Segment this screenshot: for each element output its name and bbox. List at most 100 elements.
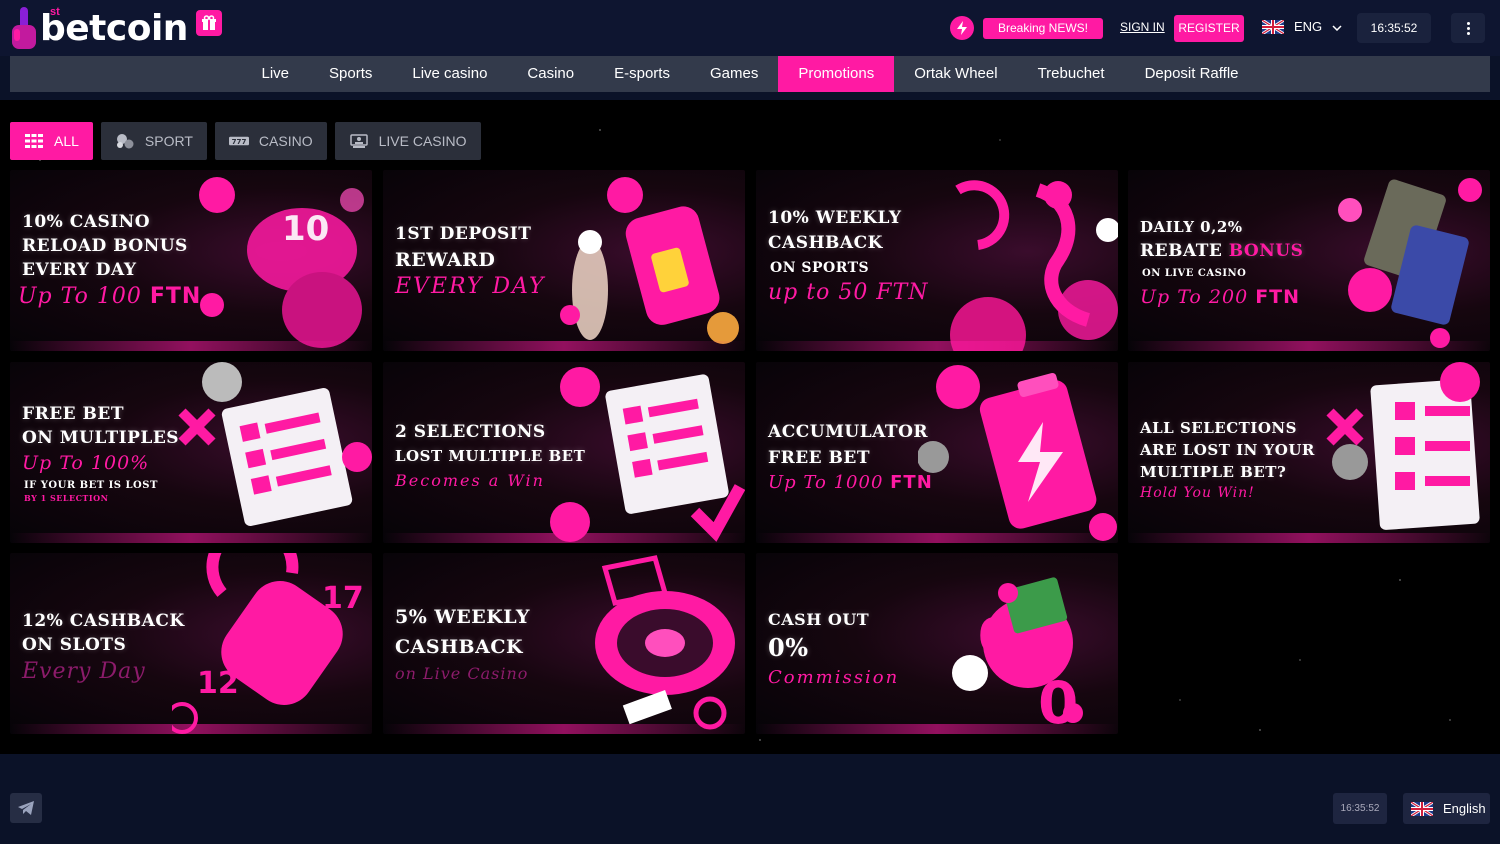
promo-card-cash-out[interactable]: 0 0 CASH OUT 0% Commission <box>756 553 1118 734</box>
chevron-down-icon <box>1332 19 1342 34</box>
football-player-illustration <box>950 180 1118 351</box>
playing-cards-illustration <box>1338 178 1482 348</box>
grid-icon <box>24 134 44 148</box>
language-label: ENG <box>1294 19 1323 34</box>
footer-language-label: English <box>1443 801 1486 816</box>
promo-line-2: CASHBACK <box>768 233 883 253</box>
slot-777-icon: 777 <box>228 134 249 148</box>
promo-subtitle: Up To 1000 FTN <box>768 472 933 493</box>
nav-games[interactable]: Games <box>690 56 778 92</box>
promo-line-2: REBATE BONUS <box>1140 241 1304 261</box>
filter-casino[interactable]: 777 CASINO <box>214 122 327 160</box>
promo-tiny: BY 1 SELECTION <box>24 493 109 503</box>
promo-currency: FTN <box>1255 286 1301 308</box>
promo-line-3: ON SPORTS <box>770 260 870 276</box>
news-lightning-icon[interactable] <box>950 16 974 40</box>
nav-deposit-raffle[interactable]: Deposit Raffle <box>1125 56 1259 92</box>
promo-subtitle: Every Day <box>22 659 146 684</box>
more-menu-icon[interactable] <box>1451 13 1485 43</box>
logo-superscript: st <box>50 6 60 18</box>
promo-card-free-bet-multiples[interactable]: FREE BET ON MULTIPLES Up To 100% IF YOUR… <box>10 362 372 543</box>
slot-reel-illustration: 10 <box>199 177 364 348</box>
promo-card-live-casino-cashback[interactable]: 5% WEEKLY CASHBACK on Live Casino <box>383 553 745 734</box>
promo-line-2: RELOAD BONUS <box>22 236 188 256</box>
svg-text:12: 12 <box>197 666 239 701</box>
promo-card-two-selections-lost[interactable]: 2 SELECTIONS LOST MULTIPLE BET Becomes a… <box>383 362 745 543</box>
roulette-illustration <box>595 555 735 730</box>
bet-slip-illustration <box>1326 362 1480 530</box>
nav-casino[interactable]: Casino <box>507 56 594 92</box>
uk-flag-icon <box>1411 801 1433 816</box>
money-bag-illustration: 0 0 <box>952 577 1083 734</box>
battery-illustration <box>918 365 1117 541</box>
promo-subtitle: EVERY DAY <box>395 274 546 299</box>
promo-card-casino-reload[interactable]: 10 10% CASINO RELOAD BONUS EVERY DAY Up … <box>10 170 372 351</box>
promo-line-2: 0% <box>768 633 809 662</box>
promo-subtitle: Up To 200 FTN <box>1140 286 1301 308</box>
logo-text: betcoin <box>40 7 188 49</box>
main-navigation: Live Sports Live casino Casino E-sports … <box>10 56 1490 92</box>
slot-reel-illustration: 17 12 <box>172 553 364 734</box>
promo-card-first-deposit[interactable]: 1ST DEPOSIT REWARD EVERY DAY <box>383 170 745 351</box>
filter-sport-label: SPORT <box>144 133 193 149</box>
filter-casino-label: CASINO <box>258 133 313 149</box>
telegram-icon[interactable] <box>10 793 42 823</box>
svg-text:0: 0 <box>978 609 1011 665</box>
filter-all[interactable]: ALL <box>10 122 93 160</box>
bet-slip-illustration <box>178 362 372 527</box>
header-clock: 16:35:52 <box>1357 13 1431 43</box>
uk-flag-icon <box>1262 19 1284 34</box>
promo-card-accumulator-free-bet[interactable]: ACCUMULATOR FREE BET Up To 1000 FTN <box>756 362 1118 543</box>
promo-line-2: ON MULTIPLES <box>22 428 180 448</box>
promo-line-2: ON SLOTS <box>22 635 127 655</box>
promo-card-all-selections-lost[interactable]: ALL SELECTIONS ARE LOST IN YOUR MULTIPLE… <box>1128 362 1490 543</box>
nav-live[interactable]: Live <box>241 56 309 92</box>
finger-logo-icon <box>10 5 38 51</box>
promo-subtitle: Commission <box>768 667 900 688</box>
promo-card-weekly-sports-cashback[interactable]: 10% WEEKLY CASHBACK ON SPORTS up to 50 F… <box>756 170 1118 351</box>
nav-promotions[interactable]: Promotions <box>778 56 895 92</box>
nav-ortak-wheel[interactable]: Ortak Wheel <box>894 56 1017 92</box>
register-button[interactable]: REGISTER <box>1174 15 1244 42</box>
promo-line-1: ACCUMULATOR <box>768 422 929 442</box>
promo-card-live-casino-rebate[interactable]: DAILY 0,2% REBATE BONUS ON LIVE CASINO U… <box>1128 170 1490 351</box>
promo-line-1: FREE BET <box>22 404 125 424</box>
promo-bonus-word: BONUS <box>1228 241 1304 261</box>
filter-sport[interactable]: SPORT <box>100 122 207 160</box>
gift-icon[interactable] <box>195 10 222 36</box>
nav-trebuchet[interactable]: Trebuchet <box>1018 56 1125 92</box>
promo-subtitle: up to 50 FTN <box>768 280 929 305</box>
language-selector[interactable]: ENG <box>1262 19 1342 34</box>
sign-in-link[interactable]: SIGN IN <box>1120 20 1165 34</box>
promo-filter-tabs: ALL SPORT 777 CASINO LIVE CASINO <box>10 122 481 160</box>
filter-live-casino[interactable]: LIVE CASINO <box>334 122 481 160</box>
nav-esports[interactable]: E-sports <box>594 56 690 92</box>
promo-line-1: DAILY 0,2% <box>1140 218 1243 236</box>
promo-line-2: LOST MULTIPLE BET <box>395 447 586 465</box>
footer-language-selector[interactable]: English <box>1403 793 1490 824</box>
promo-subtitle: Becomes a Win <box>395 471 545 490</box>
promo-line-1: CASH OUT <box>768 610 870 629</box>
filter-live-casino-label: LIVE CASINO <box>378 133 467 149</box>
promo-subtitle: Hold You Win! <box>1140 485 1255 501</box>
promo-line-1: 10% CASINO <box>22 212 151 232</box>
nav-live-casino[interactable]: Live casino <box>392 56 507 92</box>
promo-subtitle: Up To 100 FTN <box>18 284 202 309</box>
svg-text:10: 10 <box>282 209 329 249</box>
promo-line-1: 12% CASHBACK <box>22 611 185 631</box>
promo-line-3: EVERY DAY <box>22 260 137 280</box>
promo-line-1: ALL SELECTIONS <box>1140 419 1297 437</box>
brand-logo[interactable]: st betcoin <box>10 4 222 52</box>
promo-line-2: FREE BET <box>768 448 871 468</box>
nav-sports[interactable]: Sports <box>309 56 392 92</box>
svg-text:0: 0 <box>1038 669 1078 734</box>
sport-icon <box>115 134 135 149</box>
zeus-illustration <box>560 177 739 344</box>
promo-line-2: REWARD <box>395 249 496 271</box>
svg-text:777: 777 <box>231 137 246 146</box>
live-dealer-icon <box>349 134 369 148</box>
footer-clock: 16:35:52 <box>1333 793 1387 824</box>
promo-card-slots-cashback[interactable]: 17 12 12% CASHBACK ON SLOTS Every Day <box>10 553 372 734</box>
breaking-news-button[interactable]: Breaking NEWS! <box>983 18 1103 39</box>
promo-line-1: 10% WEEKLY <box>768 208 902 228</box>
